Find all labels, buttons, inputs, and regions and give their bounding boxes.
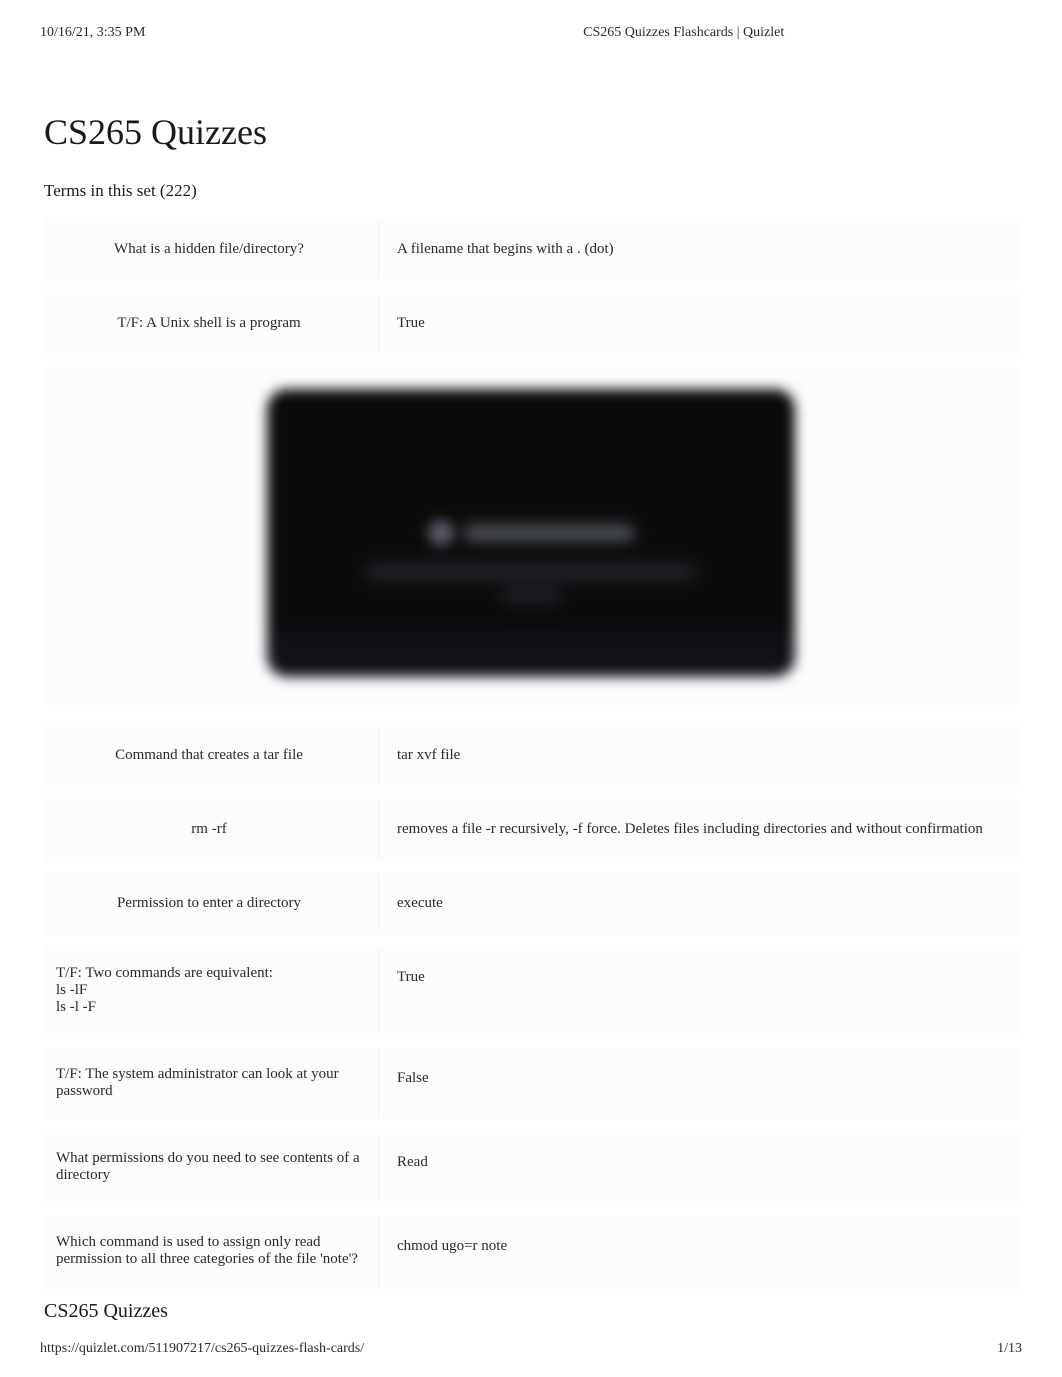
promo-line-1 [366,565,696,579]
flashcard-term-text: Which command is used to assign only rea… [56,1234,362,1272]
flashcard-definition-text: True [397,311,994,335]
flashcard-definition: True [379,947,1018,1034]
sticky-page-title: CS265 Quizzes [44,1300,168,1323]
flashcard-term-text: Permission to enter a directory [56,895,362,912]
flashcard-term-text: What permissions do you need to see cont… [56,1150,362,1184]
promo-bottom-bar [267,629,795,677]
flashcard-term: T/F: A Unix shell is a program [44,293,379,353]
flashcard-row[interactable]: Permission to enter a directory execute [44,873,1018,933]
flashcard-row[interactable]: T/F: The system administrator can look a… [44,1048,1018,1118]
flashcard-definition-text: chmod ugo=r note [397,1234,994,1258]
flashcard-term: What is a hidden file/directory? [44,219,379,279]
promo-icon [428,520,454,546]
flashcard-row[interactable]: T/F: Two commands are equivalent: ls -lF… [44,947,1018,1034]
flashcard-row[interactable]: T/F: A Unix shell is a program True [44,293,1018,353]
flashcard-row[interactable]: Command that creates a tar file tar xvf f… [44,725,1018,785]
flashcard-definition: tar xvf file [379,725,1018,785]
print-footer: https://quizlet.com/511907217/cs265-quiz… [0,1341,1062,1377]
flashcard-term-text: Command that creates a tar file [56,747,362,764]
flashcard-term: Command that creates a tar file [44,725,379,785]
flashcard-definition-text: removes a file -r recursively, -f force.… [397,817,994,841]
flashcard-term: Which command is used to assign only rea… [44,1216,379,1290]
flashcard-term-text: rm -rf [56,821,362,838]
flashcard-term-text: T/F: Two commands are equivalent: ls -lF… [56,965,362,1016]
flashcards-list-top: What is a hidden file/directory? A filena… [0,201,1062,353]
flashcard-definition: A filename that begins with a . (dot) [379,219,1018,279]
flashcard-row[interactable]: Which command is used to assign only rea… [44,1216,1018,1290]
flashcard-row[interactable]: What permissions do you need to see cont… [44,1132,1018,1202]
flashcard-definition: Read [379,1132,1018,1202]
flashcard-definition-text: False [397,1066,994,1090]
flashcard-definition-text: A filename that begins with a . (dot) [397,237,994,261]
flashcard-term-text: T/F: A Unix shell is a program [56,315,362,332]
flashcard-definition-text: Read [397,1150,994,1174]
footer-url: https://quizlet.com/511907217/cs265-quiz… [40,1341,364,1357]
promo-text-blurred [464,524,634,542]
flashcard-term: Permission to enter a directory [44,873,379,933]
flashcard-definition: False [379,1048,1018,1118]
flashcard-term: What permissions do you need to see cont… [44,1132,379,1202]
print-header: 10/16/21, 3:35 PM CS265 Quizzes Flashcar… [0,0,1062,41]
flashcard-term: T/F: Two commands are equivalent: ls -lF… [44,947,379,1034]
promo-line-2 [501,589,561,601]
flashcard-definition-text: execute [397,891,994,915]
promo-panel [44,367,1018,705]
print-timestamp: 10/16/21, 3:35 PM [40,25,145,41]
flashcard-definition-text: True [397,965,994,989]
promo-dark-card[interactable] [267,389,795,677]
flashcard-definition: True [379,293,1018,353]
flashcard-term-text: T/F: The system administrator can look a… [56,1066,362,1100]
flashcard-definition-text: tar xvf file [397,743,994,767]
footer-pagination: 1/13 [997,1341,1022,1357]
flashcard-term: rm -rf [44,799,379,859]
flashcard-term-text: What is a hidden file/directory? [56,241,362,258]
print-doc-title: CS265 Quizzes Flashcards | Quizlet [145,25,1022,41]
flashcards-list-bottom: Command that creates a tar file tar xvf f… [0,719,1062,1290]
terms-count-label: Terms in this set (222) [0,153,1062,201]
flashcard-definition: removes a file -r recursively, -f force.… [379,799,1018,859]
page-title: CS265 Quizzes [0,41,1062,153]
flashcard-term: T/F: The system administrator can look a… [44,1048,379,1118]
flashcard-row[interactable]: What is a hidden file/directory? A filena… [44,219,1018,279]
flashcard-definition: execute [379,873,1018,933]
flashcard-row[interactable]: rm -rf removes a file -r recursively, -f … [44,799,1018,859]
flashcard-definition: chmod ugo=r note [379,1216,1018,1290]
